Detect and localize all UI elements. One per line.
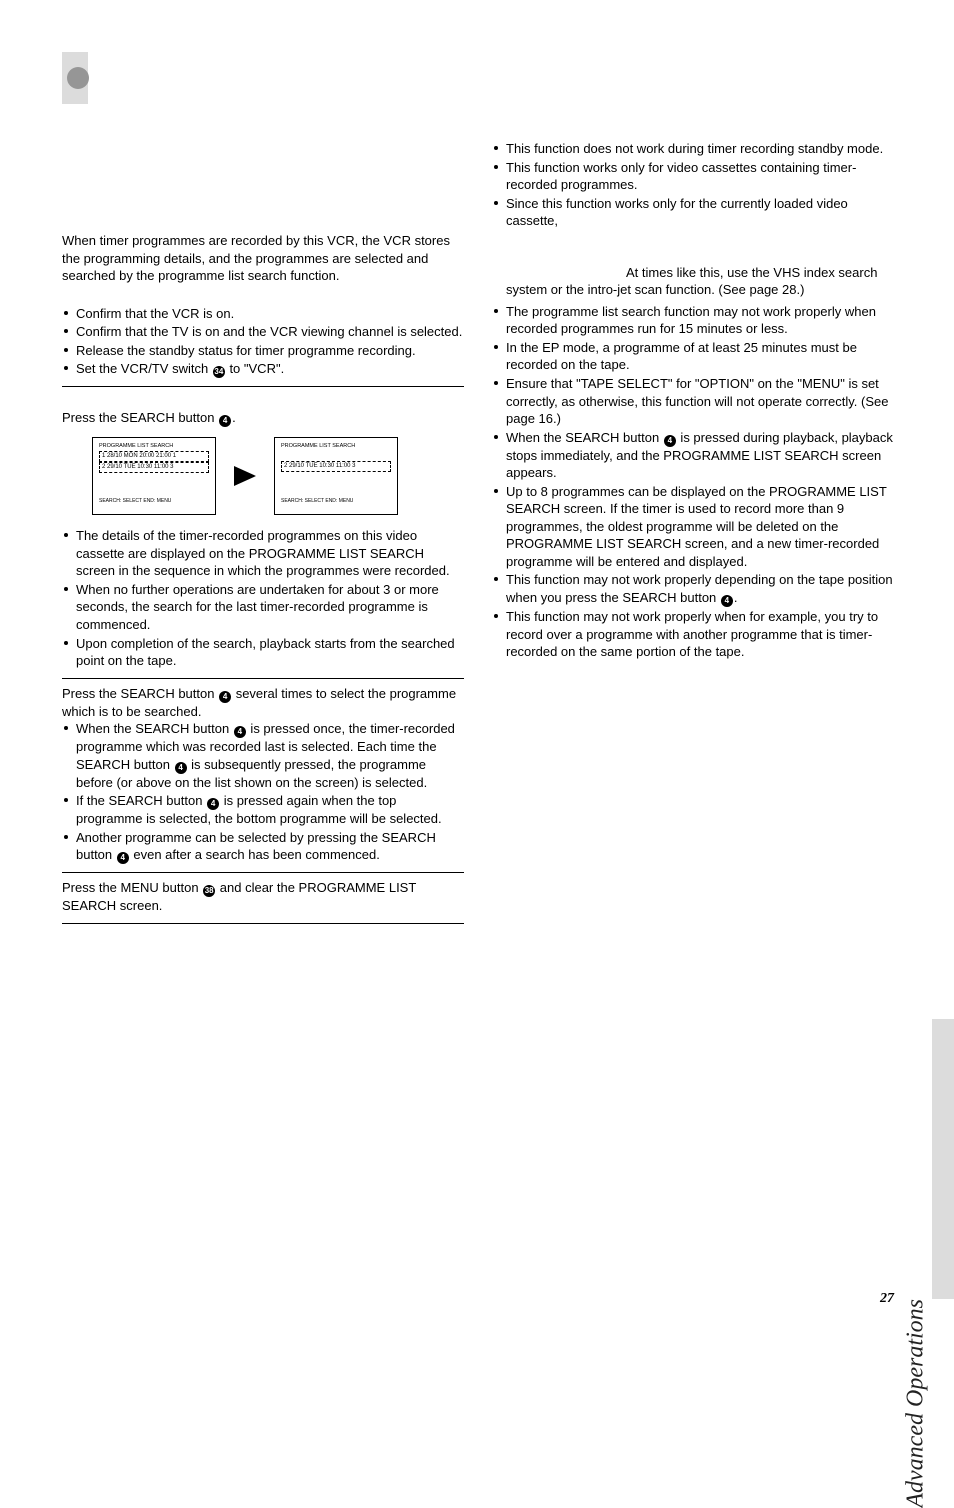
list-item: Up to 8 programmes can be displayed on t… bbox=[492, 483, 894, 571]
circled-number-icon: 4 bbox=[219, 691, 231, 703]
text: If the SEARCH button bbox=[76, 793, 206, 808]
list-item: This function works only for video casse… bbox=[492, 159, 894, 194]
step-text: Press the SEARCH button 4. bbox=[62, 409, 464, 427]
text: Press the SEARCH button bbox=[62, 410, 218, 425]
list-item: Confirm that the VCR is on. bbox=[62, 305, 464, 323]
list-item: The details of the timer-recorded progra… bbox=[62, 527, 464, 580]
list-item: If the SEARCH button 4 is pressed again … bbox=[62, 792, 464, 828]
screen-row: 2 29/10 TUE 10:30 11:00 3 bbox=[281, 461, 391, 472]
notes-list: This function does not work during timer… bbox=[492, 140, 894, 230]
arrow-right-icon bbox=[234, 466, 256, 486]
list-item: In the EP mode, a programme of at least … bbox=[492, 339, 894, 374]
list-item: Ensure that "TAPE SELECT" for "OPTION" o… bbox=[492, 375, 894, 428]
screen-before: PROGRAMME LIST SEARCH 1 28/10 MON 20:00 … bbox=[92, 437, 216, 515]
divider bbox=[62, 678, 464, 679]
preparation-list: Confirm that the VCR is on. Confirm that… bbox=[62, 305, 464, 379]
text: even after a search has been commenced. bbox=[130, 847, 380, 862]
list-item: Release the standby status for timer pro… bbox=[62, 342, 464, 360]
step1-bullets: The details of the timer-recorded progra… bbox=[62, 527, 464, 669]
circled-number-icon: 4 bbox=[234, 726, 246, 738]
screen-title: PROGRAMME LIST SEARCH bbox=[99, 443, 209, 449]
text: . bbox=[734, 590, 738, 605]
circled-number-icon: 34 bbox=[213, 366, 225, 378]
circled-number-icon: 4 bbox=[219, 415, 231, 427]
list-item: This function does not work during timer… bbox=[492, 140, 894, 158]
screen-title: PROGRAMME LIST SEARCH bbox=[281, 443, 391, 449]
notes-list-2: The programme list search function may n… bbox=[492, 303, 894, 661]
list-item: Upon completion of the search, playback … bbox=[62, 635, 464, 670]
list-item: When no further operations are undertake… bbox=[62, 581, 464, 634]
text: This function may not work properly depe… bbox=[506, 572, 893, 605]
left-column: When timer programmes are recorded by th… bbox=[62, 140, 464, 1289]
indent-note: At times like this, use the VHS index se… bbox=[506, 264, 894, 299]
list-item: The programme list search function may n… bbox=[492, 303, 894, 338]
screen-foot: SEARCH: SELECT END: MENU bbox=[281, 499, 391, 505]
circled-number-icon: 4 bbox=[175, 762, 187, 774]
text: Since this function works only for the c… bbox=[506, 196, 848, 229]
circled-number-icon: 4 bbox=[117, 852, 129, 864]
list-item: Another programme can be selected by pre… bbox=[62, 829, 464, 865]
list-item: Confirm that the TV is on and the VCR vi… bbox=[62, 323, 464, 341]
screen-row: 1 28/10 MON 20:00 21:00 1 bbox=[99, 451, 209, 462]
step-2: Press the SEARCH button 4 several times … bbox=[62, 685, 464, 865]
intro-text: When timer programmes are recorded by th… bbox=[62, 232, 464, 285]
circled-number-icon: 4 bbox=[207, 798, 219, 810]
divider bbox=[62, 872, 464, 873]
content-columns: When timer programmes are recorded by th… bbox=[62, 140, 894, 1289]
step-text: Press the SEARCH button 4 several times … bbox=[62, 685, 464, 721]
text: to "VCR". bbox=[226, 361, 284, 376]
right-column: This function does not work during timer… bbox=[492, 140, 894, 1289]
circled-number-icon: 38 bbox=[203, 885, 215, 897]
text: Press the MENU button bbox=[62, 880, 202, 895]
list-item: Since this function works only for the c… bbox=[492, 195, 894, 230]
step2-bullets: When the SEARCH button 4 is pressed once… bbox=[62, 720, 464, 864]
section-icon bbox=[62, 52, 104, 104]
screen-row: 2 29/10 TUE 10:30 11:00 3 bbox=[99, 462, 209, 473]
step-3: Press the MENU button 38 and clear the P… bbox=[62, 879, 464, 915]
list-item: This function may not work properly when… bbox=[492, 608, 894, 661]
text: . bbox=[232, 410, 236, 425]
text: When the SEARCH button bbox=[506, 430, 663, 445]
screen-diagram: PROGRAMME LIST SEARCH 1 28/10 MON 20:00 … bbox=[92, 437, 464, 515]
list-item: When the SEARCH button 4 is pressed once… bbox=[62, 720, 464, 791]
step-1: Press the SEARCH button 4. PROGRAMME LIS… bbox=[62, 409, 464, 669]
divider bbox=[62, 923, 464, 924]
side-tab: Advanced Operations bbox=[932, 1019, 954, 1299]
step-text: Press the MENU button 38 and clear the P… bbox=[62, 879, 464, 915]
list-item: This function may not work properly depe… bbox=[492, 571, 894, 607]
side-tab-label: Advanced Operations bbox=[904, 1299, 928, 1508]
text: Set the VCR/TV switch bbox=[76, 361, 212, 376]
page-number: 27 bbox=[880, 1290, 894, 1309]
list-item: When the SEARCH button 4 is pressed duri… bbox=[492, 429, 894, 482]
page: When timer programmes are recorded by th… bbox=[0, 0, 954, 1349]
circled-number-icon: 4 bbox=[664, 435, 676, 447]
screen-foot: SEARCH: SELECT END: MENU bbox=[99, 499, 209, 505]
divider bbox=[62, 386, 464, 387]
circled-number-icon: 4 bbox=[721, 595, 733, 607]
text: Press the SEARCH button bbox=[62, 686, 218, 701]
list-item: Set the VCR/TV switch 34 to "VCR". bbox=[62, 360, 464, 378]
text: When the SEARCH button bbox=[76, 721, 233, 736]
screen-after: PROGRAMME LIST SEARCH 2 29/10 TUE 10:30 … bbox=[274, 437, 398, 515]
